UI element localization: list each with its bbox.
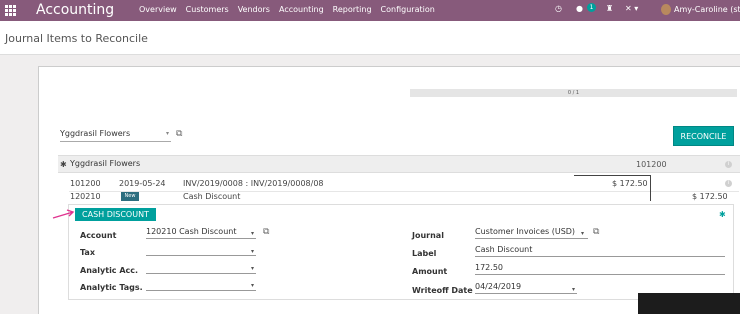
- amount-label: Amount: [412, 267, 448, 276]
- account-field[interactable]: 120210 Cash Discount: [146, 227, 256, 239]
- external-link-icon[interactable]: ⧉: [593, 228, 599, 237]
- balance-rule: [574, 175, 650, 176]
- header-partner: Yggdrasil Flowers: [70, 159, 141, 168]
- analytic-tags-label: Analytic Tags.: [80, 283, 143, 292]
- menu-customers[interactable]: Customers: [186, 5, 229, 14]
- apps-grid-icon[interactable]: [5, 5, 16, 16]
- progress-bar: 0 / 1: [410, 89, 737, 97]
- tax-field[interactable]: [146, 244, 256, 256]
- chevron-down-icon[interactable]: ▾: [572, 286, 575, 293]
- menu-vendors[interactable]: Vendors: [238, 5, 270, 14]
- webcam-overlay: [638, 293, 740, 314]
- app-brand[interactable]: Accounting: [36, 2, 114, 18]
- reconcile-button[interactable]: RECONCILE: [673, 126, 734, 146]
- progress-text: 0 / 1: [567, 90, 580, 96]
- label-label: Label: [412, 249, 437, 258]
- control-panel: Journal Items to Reconcile: [0, 21, 740, 55]
- chevron-down-icon[interactable]: ▾: [581, 230, 584, 237]
- reconciliation-header: ✱ Yggdrasil Flowers 101200 i: [58, 155, 740, 173]
- chevron-down-icon[interactable]: ▾: [251, 230, 254, 237]
- line-date[interactable]: 2019-05-24: [119, 179, 166, 188]
- page-title: Journal Items to Reconcile: [5, 32, 148, 45]
- reconciliation-sheet: 0 / 1 Yggdrasil Flowers ▾ ⧉ RECONCILE ✱ …: [38, 66, 740, 314]
- chevron-down-icon[interactable]: ▾: [251, 265, 254, 272]
- chevron-down-icon[interactable]: ▾: [166, 130, 169, 137]
- line-label[interactable]: INV/2019/0008 : INV/2019/0008/08: [183, 179, 324, 188]
- header-account: 101200: [636, 160, 667, 169]
- row-divider: [69, 191, 739, 192]
- info-icon[interactable]: i: [725, 180, 732, 187]
- external-link-icon[interactable]: ⧉: [176, 130, 182, 139]
- analytic-tags-field[interactable]: [146, 279, 256, 291]
- pointer-arrow-icon: [52, 209, 75, 219]
- info-icon[interactable]: i: [725, 161, 732, 168]
- chat-icon[interactable]: ●: [576, 4, 583, 13]
- menu-reporting[interactable]: Reporting: [333, 5, 372, 14]
- external-link-icon[interactable]: ⧉: [263, 228, 269, 237]
- cash-discount-button[interactable]: CASH DISCOUNT: [75, 208, 156, 221]
- menu-accounting[interactable]: Accounting: [279, 5, 324, 14]
- tax-label: Tax: [80, 248, 95, 257]
- menu-configuration[interactable]: Configuration: [381, 5, 435, 14]
- label-field[interactable]: Cash Discount: [475, 245, 725, 257]
- new-badge: New: [121, 192, 139, 201]
- amount-field[interactable]: 172.50: [475, 263, 725, 275]
- line-debit[interactable]: $ 172.50: [612, 179, 648, 188]
- chat-count-badge: 1: [587, 3, 596, 12]
- journal-field[interactable]: Customer Invoices (USD): [475, 227, 588, 239]
- bug-icon[interactable]: ♜: [606, 4, 613, 13]
- account-label: Account: [80, 231, 117, 240]
- line-credit[interactable]: $ 172.50: [692, 192, 728, 201]
- journal-label: Journal: [412, 231, 444, 240]
- analytic-account-field[interactable]: [146, 262, 256, 274]
- writeoff-date-label: Writeoff Date: [412, 286, 473, 295]
- chevron-down-icon[interactable]: ▾: [251, 248, 254, 255]
- line-account[interactable]: 101200: [70, 179, 101, 188]
- gear-icon[interactable]: ✱: [60, 160, 67, 169]
- partner-select[interactable]: Yggdrasil Flowers: [60, 129, 171, 142]
- analytic-account-label: Analytic Acc.: [80, 266, 139, 275]
- top-navbar: Accounting Overview Customers Vendors Ac…: [0, 0, 740, 21]
- menu-overview[interactable]: Overview: [139, 5, 177, 14]
- gear-icon[interactable]: ✱: [719, 210, 726, 219]
- line-label[interactable]: Cash Discount: [183, 192, 240, 201]
- clock-icon[interactable]: ◷: [555, 4, 562, 13]
- main-menu: Overview Customers Vendors Accounting Re…: [139, 5, 444, 14]
- tools-icon[interactable]: ✕ ▾: [625, 4, 638, 13]
- line-account[interactable]: 120210: [70, 192, 101, 201]
- chevron-down-icon[interactable]: ▾: [251, 282, 254, 289]
- writeoff-date-field[interactable]: 04/24/2019: [475, 282, 577, 294]
- debit-credit-divider: [650, 175, 651, 201]
- user-menu[interactable]: Amy-Caroline (sta: [674, 5, 740, 14]
- user-avatar[interactable]: [661, 4, 671, 15]
